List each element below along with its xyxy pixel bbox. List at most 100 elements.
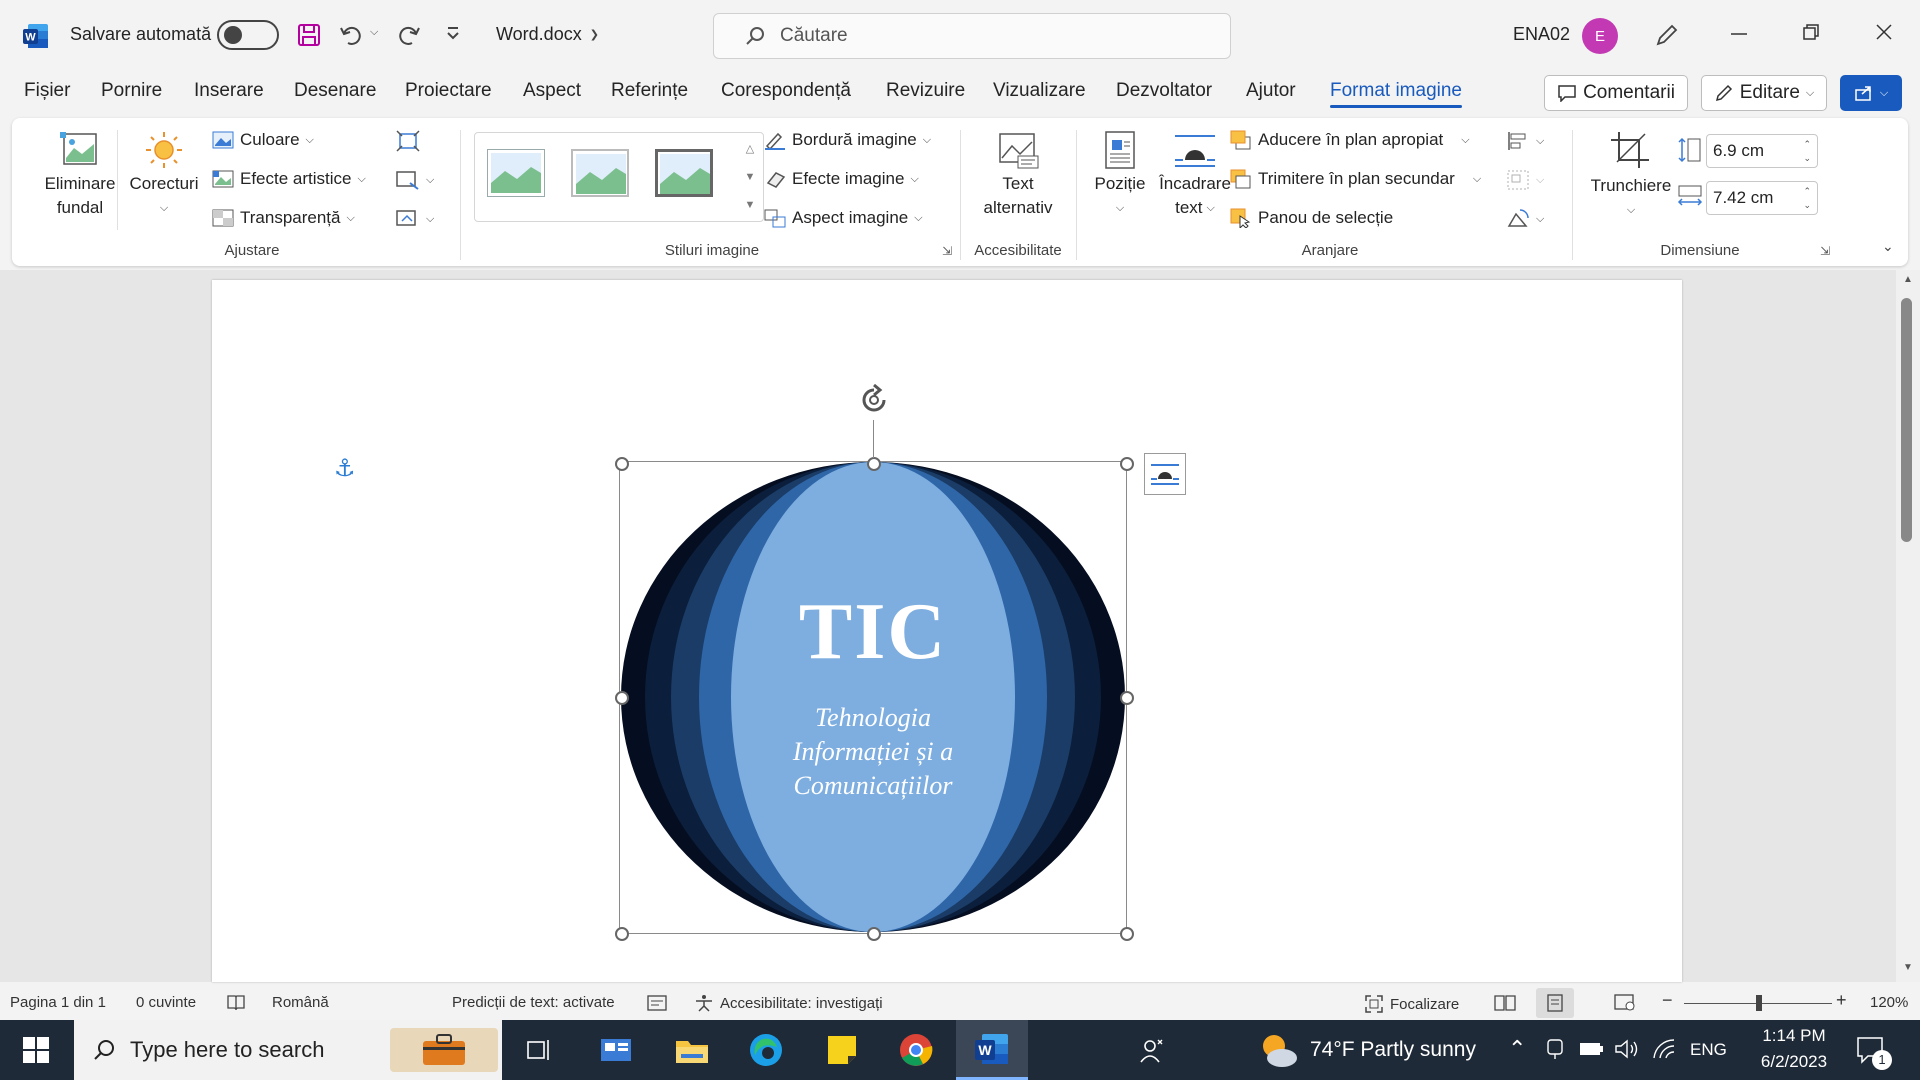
resize-handle-top-right[interactable] <box>1120 457 1134 471</box>
compress-pictures-icon[interactable] <box>396 130 420 152</box>
comments-button[interactable]: Comentarii <box>1544 75 1688 111</box>
tab-desenare[interactable]: Desenare <box>294 80 376 102</box>
tab-vizualizare[interactable]: Vizualizare <box>993 80 1086 102</box>
clock-time[interactable]: 1:14 PM <box>1754 1026 1834 1046</box>
remove-background-button[interactable]: Eliminare fundal <box>32 130 128 220</box>
people-icon[interactable] <box>1130 1030 1174 1070</box>
avatar[interactable]: E <box>1582 18 1618 54</box>
zoom-slider-thumb[interactable] <box>1756 995 1762 1011</box>
taskbar-search[interactable]: Type here to search <box>74 1020 502 1080</box>
layout-options-icon[interactable] <box>1144 453 1186 495</box>
picture-style-1[interactable] <box>487 149 545 197</box>
scrollbar-thumb[interactable] <box>1901 298 1912 542</box>
resize-handle-top[interactable] <box>867 457 881 471</box>
scroll-down-icon[interactable]: ▼ <box>1903 962 1913 973</box>
gallery-scroll-buttons[interactable]: △ ▼ ▼ <box>739 135 761 219</box>
briefcase-icon[interactable] <box>390 1028 498 1072</box>
picture-border-button[interactable]: Bordură imagine ⌵ <box>764 130 931 150</box>
alt-text-button[interactable]: Text alternativ <box>968 130 1068 220</box>
tab-dezvoltator[interactable]: Dezvoltator <box>1116 80 1212 102</box>
file-explorer-icon[interactable] <box>670 1030 714 1070</box>
tab-proiectare[interactable]: Proiectare <box>405 80 492 102</box>
word-taskbar-button[interactable]: W <box>956 1020 1028 1080</box>
resize-handle-left[interactable] <box>615 691 629 705</box>
zoom-out-button[interactable]: − <box>1662 990 1673 1011</box>
read-mode-icon[interactable] <box>1494 994 1516 1012</box>
tab-fisier[interactable]: Fișier <box>24 80 70 102</box>
language[interactable]: Română <box>272 994 329 1011</box>
picture-layout-button[interactable]: Aspect imagine ⌵ <box>764 208 923 228</box>
edge-browser-icon[interactable] <box>744 1030 788 1070</box>
weather-text[interactable]: 74°F Partly sunny <box>1310 1038 1476 1062</box>
zoom-in-button[interactable]: + <box>1836 990 1847 1011</box>
clock-date[interactable]: 6/2/2023 <box>1750 1052 1838 1072</box>
tab-corespondenta[interactable]: Corespondență <box>721 80 851 102</box>
align-icon[interactable]: ⌵ <box>1506 130 1544 152</box>
spinner-arrows-icon[interactable]: ⌃ ⌄ <box>1803 184 1811 212</box>
windows-start-icon[interactable] <box>14 1030 58 1070</box>
tab-aspect[interactable]: Aspect <box>523 80 581 102</box>
input-language[interactable]: ENG <box>1690 1040 1727 1060</box>
resize-handle-bottom[interactable] <box>867 927 881 941</box>
reset-picture-icon[interactable]: ⌵ <box>396 208 434 230</box>
vertical-scrollbar[interactable]: ▲ ▼ <box>1896 270 1920 982</box>
save-icon[interactable] <box>296 22 322 48</box>
chrome-browser-icon[interactable] <box>894 1030 938 1070</box>
dialog-launcher-icon[interactable]: ⇲ <box>1820 244 1830 258</box>
resize-handle-bottom-left[interactable] <box>615 927 629 941</box>
rotate-objects-icon[interactable]: ⌵ <box>1506 208 1544 230</box>
color-button[interactable]: Culoare ⌵ <box>212 130 314 150</box>
chevron-up-icon[interactable]: ⌃ <box>1508 1036 1526 1062</box>
picture-effects-button[interactable]: Efecte imagine ⌵ <box>764 169 919 189</box>
customize-toolbar-icon[interactable] <box>446 24 460 44</box>
collapse-ribbon-icon[interactable]: ⌄ <box>1882 238 1894 255</box>
tab-revizuire[interactable]: Revizuire <box>886 80 965 102</box>
accessibility-status[interactable]: Accesibilitate: investigați <box>694 994 883 1012</box>
meet-now-icon[interactable] <box>1544 1038 1566 1060</box>
battery-icon[interactable] <box>1578 1040 1604 1058</box>
group-objects-icon[interactable]: ⌵ <box>1506 169 1544 191</box>
redo-icon[interactable] <box>396 22 422 48</box>
height-input[interactable]: 6.9 cm ⌃ ⌄ <box>1706 134 1818 168</box>
page-count[interactable]: Pagina 1 din 1 <box>10 994 106 1011</box>
scroll-up-icon[interactable]: ▲ <box>1903 274 1913 285</box>
tic-image[interactable]: TIC Tehnologia Informației și a Comunica… <box>619 461 1127 934</box>
user-name[interactable]: ENA02 <box>1513 24 1570 45</box>
selection-pane-button[interactable]: Panou de selecție <box>1230 208 1393 228</box>
widgets-app-icon[interactable] <box>594 1030 638 1070</box>
send-backward-button[interactable]: Trimitere în plan secundar ⌵ <box>1230 169 1481 189</box>
undo-icon[interactable] <box>338 22 364 48</box>
dialog-launcher-icon[interactable]: ⇲ <box>942 244 952 258</box>
focus-mode-icon[interactable] <box>646 994 668 1012</box>
weather-icon[interactable] <box>1258 1030 1300 1070</box>
resize-handle-bottom-right[interactable] <box>1120 927 1134 941</box>
search-box[interactable]: Căutare <box>713 13 1231 59</box>
text-predictions[interactable]: Predicții de text: activate <box>452 994 615 1011</box>
resize-handle-right[interactable] <box>1120 691 1134 705</box>
print-layout-icon[interactable] <box>1536 988 1574 1018</box>
wrap-text-button[interactable]: Încadrare text ⌵ <box>1148 130 1242 220</box>
bring-forward-button[interactable]: Aducere în plan apropiat ⌵ <box>1230 130 1470 150</box>
filename-dropdown[interactable]: Word.docx ❯ <box>496 24 599 45</box>
volume-icon[interactable] <box>1614 1038 1640 1060</box>
rotate-handle-icon[interactable] <box>858 384 890 416</box>
minimize-icon[interactable] <box>1729 22 1749 42</box>
share-button[interactable]: ⌵ <box>1840 75 1902 111</box>
task-view-icon[interactable] <box>516 1030 560 1070</box>
tab-inserare[interactable]: Inserare <box>194 80 264 102</box>
resize-handle-top-left[interactable] <box>615 457 629 471</box>
tab-ajutor[interactable]: Ajutor <box>1246 80 1296 102</box>
restore-icon[interactable] <box>1801 22 1821 42</box>
zoom-level[interactable]: 120% <box>1870 994 1908 1011</box>
artistic-effects-button[interactable]: Efecte artistice ⌵ <box>212 169 366 189</box>
wifi-icon[interactable] <box>1652 1038 1678 1060</box>
spinner-arrows-icon[interactable]: ⌃ ⌄ <box>1803 137 1811 165</box>
tab-pornire[interactable]: Pornire <box>101 80 162 102</box>
web-layout-icon[interactable] <box>1614 994 1636 1012</box>
crop-button[interactable]: Trunchiere ⌵ <box>1584 130 1678 222</box>
document-page[interactable]: ⚓ TIC Tehnologia Informației și a Comuni… <box>212 280 1682 982</box>
undo-dropdown-icon[interactable]: ⌵ <box>370 26 378 39</box>
proofing-icon[interactable] <box>226 994 246 1012</box>
focus-button[interactable]: Focalizare <box>1364 994 1459 1014</box>
close-icon[interactable] <box>1874 22 1894 42</box>
